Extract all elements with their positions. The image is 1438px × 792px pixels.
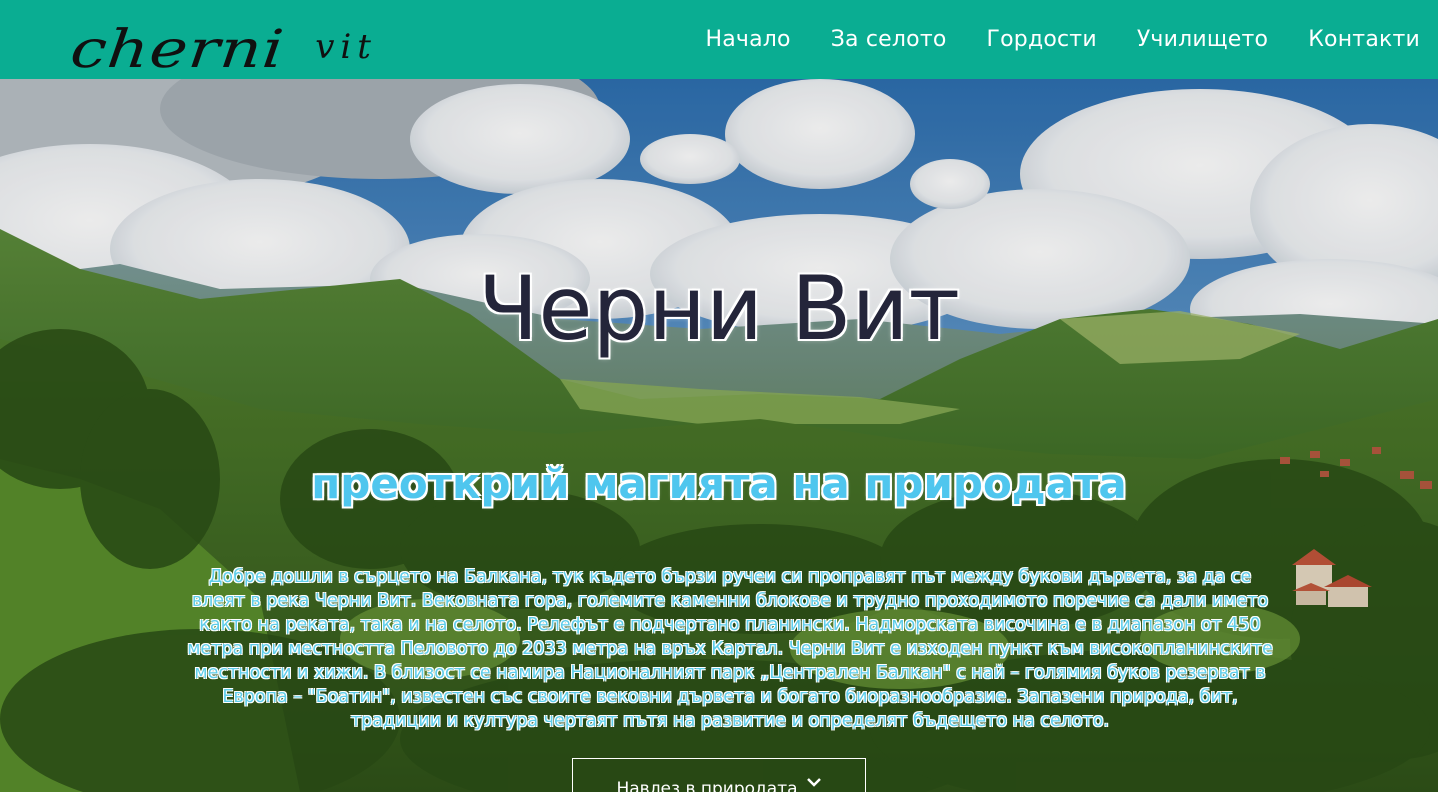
site-logo[interactable]: cherni vit [67, 0, 377, 81]
main-nav: Начало За селото Гордости Училището Конт… [665, 0, 1420, 79]
logo-text-main: cherni [67, 19, 288, 81]
hero-section: Черни Вит преоткрий магията на природата… [0, 79, 1438, 792]
explore-nature-button-label: Навлез в природата [616, 779, 798, 792]
hero-subtitle: преоткрий магията на природата [311, 459, 1127, 508]
hero-title: Черни Вит [478, 257, 960, 360]
explore-nature-button[interactable]: Навлез в природата [572, 758, 866, 792]
chevron-down-icon [806, 778, 821, 787]
nav-item-home[interactable]: Начало [705, 27, 790, 52]
site-header: cherni vit Начало За селото Гордости Учи… [0, 0, 1438, 81]
hero-content: Черни Вит преоткрий магията на природата… [0, 79, 1438, 792]
page: cherni vit Начало За селото Гордости Учи… [0, 0, 1438, 792]
nav-item-contacts[interactable]: Контакти [1308, 27, 1420, 52]
nav-item-school[interactable]: Училището [1137, 27, 1268, 52]
hero-paragraph: Добре дошли в сърцето на Балкана, тук къ… [187, 567, 1273, 731]
nav-item-pride[interactable]: Гордости [987, 27, 1097, 52]
nav-item-about-village[interactable]: За селото [831, 27, 947, 52]
logo-text-sub: vit [315, 27, 377, 67]
